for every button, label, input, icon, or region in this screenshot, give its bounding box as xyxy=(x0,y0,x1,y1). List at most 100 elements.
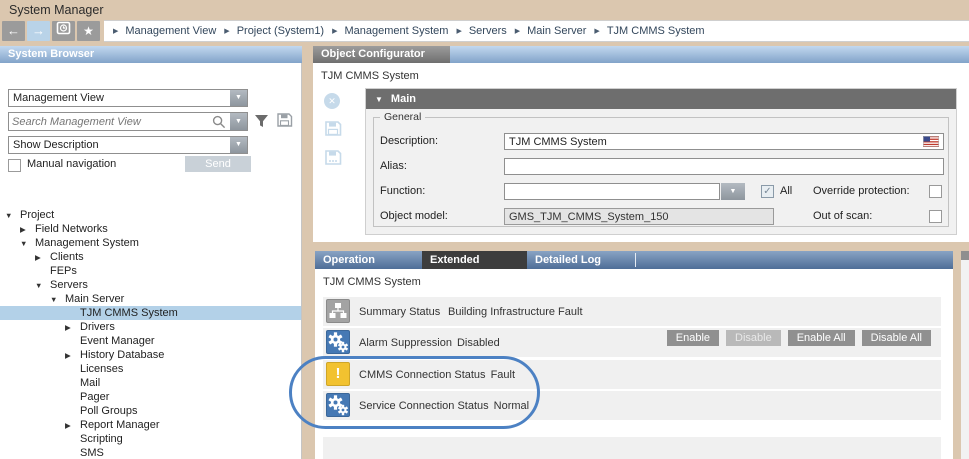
chevron-down-icon[interactable]: ▼ xyxy=(20,237,35,251)
forward-button[interactable]: → xyxy=(27,21,50,41)
tree-item-drivers[interactable]: ▶Drivers xyxy=(0,320,301,334)
breadcrumb-item-main-server[interactable]: ▶Main Server xyxy=(512,25,587,37)
object-model-row: Object model: Out of scan: xyxy=(380,208,944,225)
function-row: Function: ▼ ✓ All Override protection: xyxy=(380,183,944,200)
chevron-right-icon[interactable]: ▶ xyxy=(65,349,80,363)
breadcrumb-item-tjm-cmms-system[interactable]: ▶ TJM CMMS System xyxy=(591,25,704,37)
chevron-right-icon[interactable]: ▶ xyxy=(20,223,35,237)
favorites-button[interactable]: ★ xyxy=(77,21,100,41)
tree-item-tjm-cmms-system[interactable]: TJM CMMS System xyxy=(0,306,301,320)
enable-button[interactable]: Enable xyxy=(667,330,719,346)
tree-item-label: Event Manager xyxy=(80,335,155,347)
general-group-title: General xyxy=(380,111,425,123)
chevron-down-icon[interactable]: ▼ xyxy=(5,209,20,223)
manual-navigation-checkbox[interactable] xyxy=(8,159,21,172)
all-checkbox-label: All xyxy=(780,183,792,200)
manual-navigation-label: Manual navigation xyxy=(27,158,116,170)
enable-all-button[interactable]: Enable All xyxy=(788,330,855,346)
chevron-right-icon[interactable]: ▶ xyxy=(65,321,80,335)
tab-object-configurator[interactable]: Object Configurator xyxy=(313,46,450,63)
chevron-down-icon[interactable]: ▼ xyxy=(230,90,247,106)
disable-all-button[interactable]: Disable All xyxy=(862,330,931,346)
chevron-down-icon[interactable]: ▼ xyxy=(230,113,247,130)
tab-operation[interactable]: Operation xyxy=(315,251,422,269)
all-checkbox[interactable]: ✓ xyxy=(761,185,774,198)
breadcrumb-item-project-system1-[interactable]: ▶Project (System1) xyxy=(221,25,324,37)
tree-item-history-database[interactable]: ▶History Database xyxy=(0,348,301,362)
tree-item-label: Project xyxy=(20,209,54,221)
description-field[interactable] xyxy=(504,133,944,150)
tree-item-management-system[interactable]: ▼Management System xyxy=(0,236,301,250)
breadcrumb-arrow-icon: ▶ xyxy=(594,27,599,35)
summary-status-icon xyxy=(326,299,350,323)
main-section-title: Main xyxy=(391,93,416,105)
out-of-scan-checkbox[interactable] xyxy=(929,210,942,223)
breadcrumb-item-servers[interactable]: ▶Servers xyxy=(453,25,506,37)
tree-item-feps[interactable]: FEPs xyxy=(0,264,301,278)
object-configurator-tabstrip: Object Configurator xyxy=(313,46,969,63)
main-section-header[interactable]: ▼Main xyxy=(366,89,956,109)
save-icon[interactable] xyxy=(324,120,342,140)
search-icon xyxy=(212,115,226,132)
view-selector[interactable]: Management View ▼ xyxy=(8,89,248,107)
back-arrow-icon: ← xyxy=(7,23,20,38)
tree-item-poll-groups[interactable]: Poll Groups xyxy=(0,404,301,418)
tree-item-main-server[interactable]: ▼Main Server xyxy=(0,292,301,306)
tree-item-field-networks[interactable]: ▶Field Networks xyxy=(0,222,301,236)
main-section-body: General Description: Alias: xyxy=(366,109,956,234)
breadcrumb: ▶Management View▶Project (System1)▶Manag… xyxy=(104,20,969,42)
breadcrumb-label: Management System xyxy=(345,25,449,37)
history-button[interactable] xyxy=(52,21,75,41)
disable-button[interactable]: Disable xyxy=(726,330,781,346)
tab-detailed-log[interactable]: Detailed Log xyxy=(527,251,635,269)
save-search-icon[interactable] xyxy=(276,112,293,131)
filter-icon[interactable] xyxy=(254,114,269,131)
chevron-right-icon[interactable]: ▶ xyxy=(35,251,50,265)
system-browser-header: System Browser xyxy=(0,46,302,63)
tab-extended-operation[interactable]: Extended Operation xyxy=(422,251,527,269)
tree-item-label: Mail xyxy=(80,377,100,389)
search-input[interactable] xyxy=(12,114,197,129)
breadcrumb-item-management-view[interactable]: ▶Management View xyxy=(110,25,216,37)
alias-field[interactable] xyxy=(504,158,944,175)
breadcrumb-item-management-system[interactable]: ▶Management System xyxy=(329,25,448,37)
tab-separator xyxy=(635,253,636,267)
tree-item-label: Licenses xyxy=(80,363,123,375)
tree-item-licenses[interactable]: Licenses xyxy=(0,362,301,376)
tree-item-project[interactable]: ▼Project xyxy=(0,208,301,222)
tree-item-clients[interactable]: ▶Clients xyxy=(0,250,301,264)
save-as-icon[interactable] xyxy=(324,149,342,169)
language-flag-icon[interactable] xyxy=(923,136,939,150)
chevron-down-icon[interactable]: ▼ xyxy=(721,183,745,200)
chevron-down-icon[interactable]: ▼ xyxy=(50,293,65,307)
back-button[interactable]: ← xyxy=(2,21,25,41)
send-button[interactable]: Send xyxy=(185,156,251,172)
tree-item-pager[interactable]: Pager xyxy=(0,390,301,404)
tree-item-label: Drivers xyxy=(80,321,115,333)
tree-item-scripting[interactable]: Scripting xyxy=(0,432,301,446)
close-icon[interactable]: ✕ xyxy=(324,93,340,109)
tree-item-report-manager[interactable]: ▶Report Manager xyxy=(0,418,301,432)
status-row-summary-status: Summary StatusBuilding Infrastructure Fa… xyxy=(323,297,941,326)
function-label: Function: xyxy=(380,185,425,197)
alias-row: Alias: xyxy=(380,158,944,175)
annotation-circle xyxy=(289,356,540,429)
out-of-scan-label: Out of scan: xyxy=(813,208,872,225)
chevron-down-icon[interactable]: ▼ xyxy=(35,279,50,293)
system-browser-panel: System Browser Management View ▼ ▼ Show … xyxy=(0,46,302,459)
description-selector[interactable]: Show Description ▼ xyxy=(8,136,248,154)
tree-item-sms[interactable]: SMS xyxy=(0,446,301,459)
tree-item-servers[interactable]: ▼Servers xyxy=(0,278,301,292)
tree-item-event-manager[interactable]: Event Manager xyxy=(0,334,301,348)
tree-item-label: Management System xyxy=(35,237,139,249)
tree-item-mail[interactable]: Mail xyxy=(0,376,301,390)
function-field[interactable] xyxy=(504,183,720,200)
system-browser-tree: ▼Project▶Field Networks▼Management Syste… xyxy=(0,208,301,459)
chevron-right-icon[interactable]: ▶ xyxy=(65,419,80,433)
view-selector-value: Management View xyxy=(13,92,104,104)
object-model-field[interactable] xyxy=(504,208,774,225)
tree-item-label: Main Server xyxy=(65,293,124,305)
chevron-down-icon[interactable]: ▼ xyxy=(230,137,247,153)
breadcrumb-label: TJM CMMS System xyxy=(607,25,705,37)
override-protection-checkbox[interactable] xyxy=(929,185,942,198)
